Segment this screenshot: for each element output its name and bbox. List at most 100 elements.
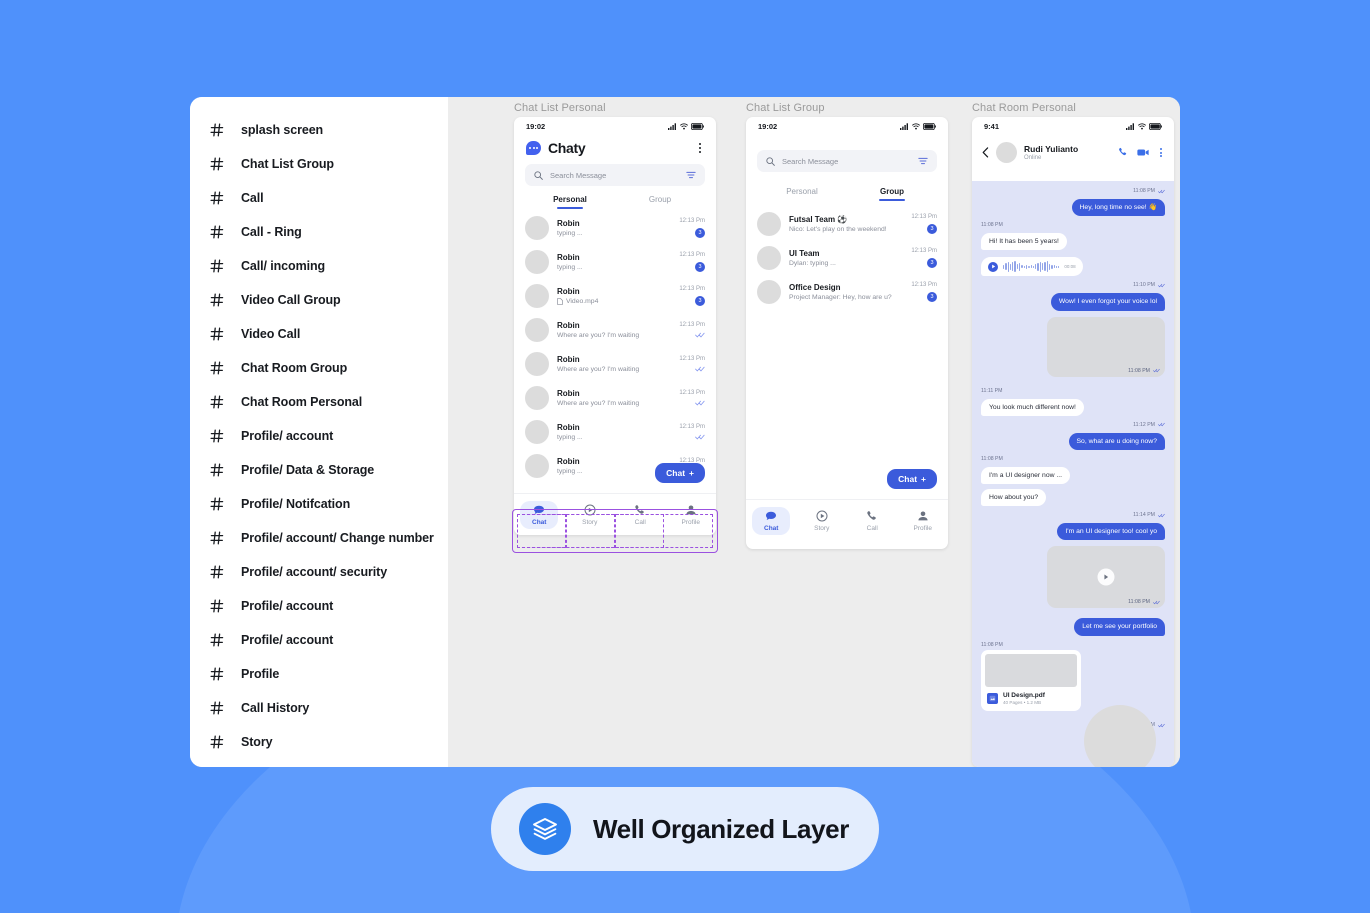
plus-icon: + [689,468,694,478]
play-icon[interactable] [1097,568,1115,586]
sidebar-item-11[interactable]: Profile/ Notifcation [190,487,448,521]
tabs-group[interactable]: Personal Group [746,187,948,201]
design-board: splash screen Chat List Group Call Call … [190,97,1180,767]
search-input[interactable]: Search Message [757,150,937,172]
wifi-icon [680,123,688,130]
tab-group[interactable]: Group [847,187,937,201]
play-icon[interactable] [988,261,998,272]
app-header: Chaty [514,136,716,160]
message-timestamp: 11:08 PM [981,222,1003,229]
sidebar-item-3[interactable]: Call - Ring [190,215,448,249]
sidebar-item-4[interactable]: Call/ incoming [190,249,448,283]
signal-icon [1126,123,1134,130]
sidebar-item-7[interactable]: Chat Room Group [190,351,448,385]
voice-message[interactable]: 00:08 [981,257,1083,277]
double-check-icon [1158,723,1165,727]
sidebar-item-label: Video Call Group [241,293,341,307]
tab-personal[interactable]: Personal [757,187,847,201]
sidebar-item-17[interactable]: Call History [190,691,448,725]
phone-icon[interactable] [1118,144,1128,162]
sidebar-item-6[interactable]: Video Call [190,317,448,351]
video-icon[interactable] [1137,144,1149,162]
hash-icon [210,395,224,409]
chat-name: Robin [557,457,580,466]
sidebar-item-18[interactable]: Story [190,725,448,759]
bottom-nav[interactable]: Chat Story Call Profile [746,499,948,541]
nav-item-call[interactable]: Call [615,503,666,526]
new-chat-fab[interactable]: Chat + [887,469,937,489]
sidebar-item-0[interactable]: splash screen [190,113,448,147]
sidebar-item-10[interactable]: Profile/ Data & Storage [190,453,448,487]
message-in: How about you? [981,486,1165,507]
image-attachment[interactable]: 11:08 PM [1047,316,1165,377]
chat-row[interactable]: Robin Where are you? I'm waiting 12:13 P… [514,313,716,347]
chat-row[interactable]: Robin typing ... 12:13 Pm 3 [514,245,716,279]
message-bubble: Hey, long time no see! 👋 [1071,199,1165,217]
back-arrow-icon[interactable] [982,147,989,158]
bottom-nav[interactable]: Chat Story Call Profile [514,493,716,535]
chat-row[interactable]: Robin typing ... 12:13 Pm 3 [514,211,716,245]
sidebar-item-label: Profile/ Data & Storage [241,463,375,477]
nav-item-profile[interactable]: Profile [666,503,717,526]
sidebar-item-label: splash screen [241,123,324,137]
nav-item-story[interactable]: Story [797,509,848,532]
hash-icon [210,123,224,137]
tabs-personal[interactable]: Personal Group [514,195,716,209]
sidebar-item-label: Profile/ Notifcation [241,497,351,511]
sidebar-item-14[interactable]: Profile/ account [190,589,448,623]
search-input[interactable]: Search Message [525,164,705,186]
sidebar-item-2[interactable]: Call [190,181,448,215]
sidebar-item-9[interactable]: Profile/ account [190,419,448,453]
chat-row[interactable]: Office Design Project Manager: Hey, how … [746,275,948,309]
sidebar-item-12[interactable]: Profile/ account/ Change number [190,521,448,555]
chat-name: Robin [557,321,580,330]
chat-row[interactable]: Futsal Team ⚽ Nico: Let's play on the we… [746,207,948,241]
chat-row[interactable]: Robin typing ... 12:13 Pm [514,415,716,449]
tab-personal[interactable]: Personal [525,195,615,209]
layers-icon [519,803,571,855]
waveform-icon [1003,261,1060,273]
sidebar-item-label: Chat Room Group [241,361,348,375]
sidebar-item-1[interactable]: Chat List Group [190,147,448,181]
tab-group[interactable]: Group [615,195,705,209]
double-check-icon [695,366,705,372]
document-attachment[interactable]: UI Design.pdf 40 Pages • 1.2 MB [981,649,1081,712]
nav-item-chat[interactable]: Chat [514,500,565,529]
kebab-menu-icon[interactable] [1158,147,1164,158]
chat-time: 12:13 Pm [679,356,705,362]
nav-label: Call [634,519,646,526]
status-bar: 19:02 [514,117,716,136]
nav-item-call[interactable]: Call [847,509,898,532]
video-attachment[interactable]: 11:08 PM [1047,546,1165,609]
layers-sidebar[interactable]: splash screen Chat List Group Call Call … [190,97,448,767]
chat-row[interactable]: Robin Video.mp4 12:13 Pm 3 [514,279,716,313]
double-check-icon [1158,283,1165,288]
sidebar-item-8[interactable]: Chat Room Personal [190,385,448,419]
message-timestamp: 11:08 PM [981,641,1003,648]
hash-icon [210,667,224,681]
message-bubble: I'm a UI designer now ... [981,466,1071,485]
hash-icon [210,701,224,715]
app-title: Chaty [548,140,586,156]
sidebar-item-label: Profile/ account [241,599,334,613]
sidebar-item-label: Profile/ account/ Change number [241,531,434,545]
document-meta: 40 Pages • 1.2 MB [1003,700,1042,706]
sidebar-item-13[interactable]: Profile/ account/ security [190,555,448,589]
sidebar-item-19-partial[interactable] [190,759,448,767]
chat-row[interactable]: Robin Where are you? I'm waiting 12:13 P… [514,347,716,381]
nav-item-story[interactable]: Story [565,503,616,526]
nav-item-profile[interactable]: Profile [898,509,949,532]
battery-icon [923,123,936,130]
new-chat-fab[interactable]: Chat + [655,463,705,483]
nav-item-chat[interactable]: Chat [746,506,797,535]
sidebar-item-16[interactable]: Profile [190,657,448,691]
unread-badge: 3 [695,296,705,306]
chat-row[interactable]: UI Team Dylan: typing ... 12:13 Pm 3 [746,241,948,275]
chat-row[interactable]: Robin Where are you? I'm waiting 12:13 P… [514,381,716,415]
double-check-icon [1153,600,1160,605]
sidebar-item-15[interactable]: Profile/ account [190,623,448,657]
nav-label: Profile [913,525,932,532]
kebab-menu-icon[interactable] [696,141,704,154]
message-timestamp: 11:14 PM [981,512,1165,518]
sidebar-item-5[interactable]: Video Call Group [190,283,448,317]
